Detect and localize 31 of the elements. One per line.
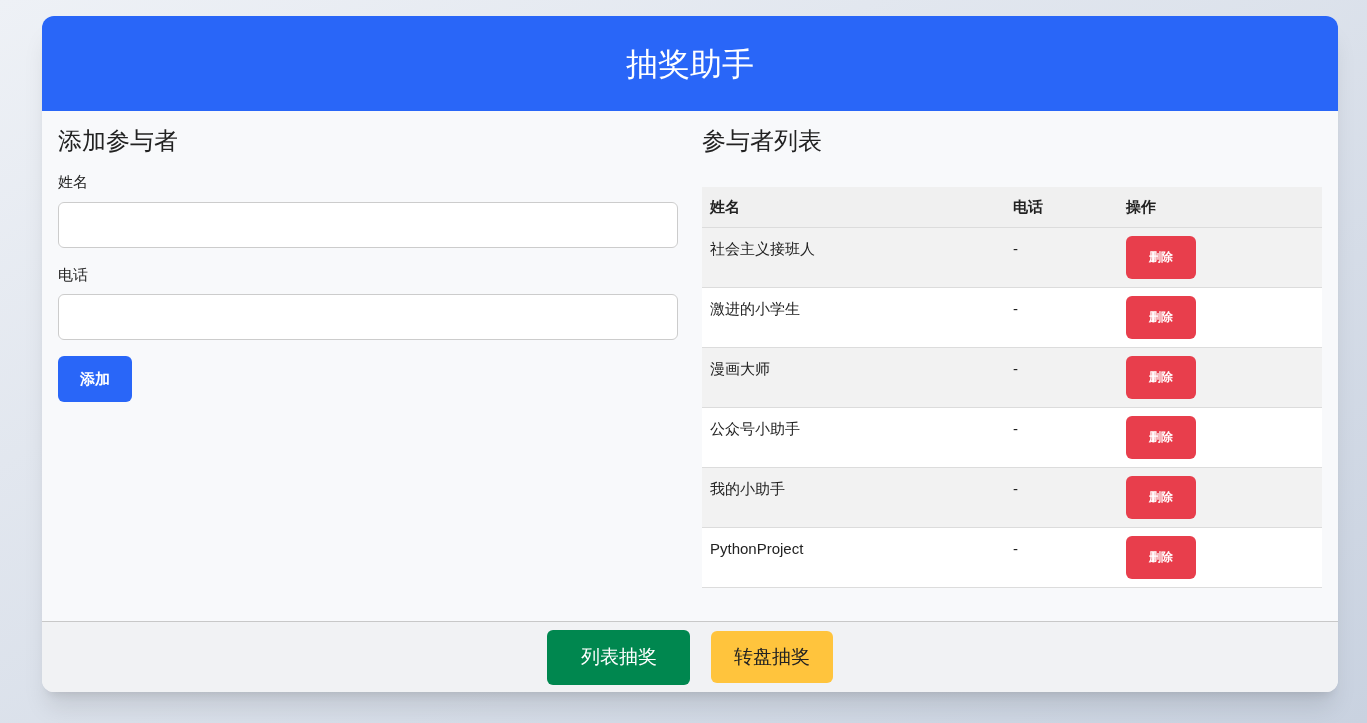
table-cell: - [1013,299,1018,317]
table-cell: - [1013,539,1018,557]
table-cell: 漫画大师 [710,359,770,377]
delete-button[interactable]: 删除 [1126,355,1196,399]
column-header: 操作 [1118,187,1322,227]
field-label: 电话 [58,264,89,285]
section-title: 添加参与者 [58,126,179,156]
table-cell: - [1013,479,1018,497]
table-cell: - [1013,419,1018,437]
table-cell: 公众号小助手 [710,419,800,437]
section-title: 参与者列表 [702,126,823,156]
delete-button[interactable]: 删除 [1126,295,1196,339]
delete-button[interactable]: 删除 [1126,535,1196,579]
column-header: 电话 [1005,187,1118,227]
table-cell: 我的小助手 [710,479,785,497]
draw-button[interactable]: 转盘抽奖 [711,631,833,683]
column-header: 姓名 [702,187,1005,227]
draw-button[interactable]: 列表抽奖 [547,629,690,685]
delete-button[interactable]: 删除 [1126,475,1196,519]
table-cell: 社会主义接班人 [710,239,815,257]
app-title: 抽奖助手 [626,44,754,84]
table-cell: PythonProject [710,539,804,557]
delete-button[interactable]: 删除 [1126,235,1196,279]
table-cell: - [1013,239,1018,257]
delete-button[interactable]: 删除 [1126,415,1196,459]
field-label: 姓名 [58,172,89,192]
input-field[interactable] [58,294,678,340]
table-cell: 激进的小学生 [710,299,800,317]
add-button[interactable]: 添加 [58,356,132,402]
table-cell: - [1013,359,1018,377]
input-field[interactable] [58,201,678,248]
